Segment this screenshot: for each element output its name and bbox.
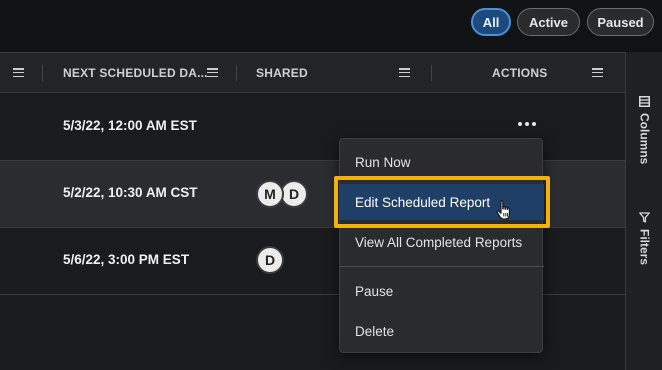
more-actions-icon[interactable] [518, 122, 536, 126]
columns-tool-tab[interactable]: Columns [626, 96, 662, 164]
column-divider[interactable] [431, 65, 432, 81]
menu-divider [340, 266, 544, 267]
grid-header: NEXT SCHEDULED DA... SHARED ACTIONS [0, 53, 625, 93]
actions-menu-icon[interactable] [592, 68, 603, 78]
filter-all-button[interactable]: All [471, 8, 511, 36]
filter-paused-button[interactable]: Paused [587, 8, 654, 36]
next-scheduled-cell: 5/2/22, 10:30 AM CST [63, 185, 198, 200]
next-scheduled-cell: 5/3/22, 12:00 AM EST [63, 118, 197, 133]
avatar[interactable]: M [256, 180, 284, 208]
actions-menu: Run Now Edit Scheduled Report View All C… [339, 138, 544, 353]
menu-item-run-now[interactable]: Run Now [340, 144, 544, 180]
column-divider[interactable] [42, 65, 43, 81]
filter-active-button[interactable]: Active [517, 8, 580, 36]
avatar[interactable]: D [256, 246, 284, 274]
filter-icon [639, 212, 650, 223]
column-divider[interactable] [236, 65, 237, 81]
avatar[interactable]: D [280, 180, 308, 208]
filters-tool-tab[interactable]: Filters [626, 212, 662, 265]
column-header-actions[interactable]: ACTIONS [492, 53, 547, 93]
next-scheduled-cell: 5/6/22, 3:00 PM EST [63, 252, 190, 267]
side-panel: Columns Filters [625, 52, 662, 370]
menu-item-delete[interactable]: Delete [340, 313, 544, 349]
column-header-next-scheduled[interactable]: NEXT SCHEDULED DA... [63, 53, 208, 93]
hand-cursor-icon [496, 200, 510, 220]
menu-item-pause[interactable]: Pause [340, 273, 544, 309]
columns-icon [639, 96, 650, 107]
filters-label: Filters [637, 229, 652, 266]
next-scheduled-menu-icon[interactable] [207, 68, 218, 78]
column-menu-icon[interactable] [13, 68, 24, 78]
shared-menu-icon[interactable] [399, 68, 410, 78]
column-header-shared[interactable]: SHARED [256, 53, 308, 93]
menu-item-view-all-completed[interactable]: View All Completed Reports [340, 224, 544, 260]
columns-label: Columns [637, 113, 652, 165]
